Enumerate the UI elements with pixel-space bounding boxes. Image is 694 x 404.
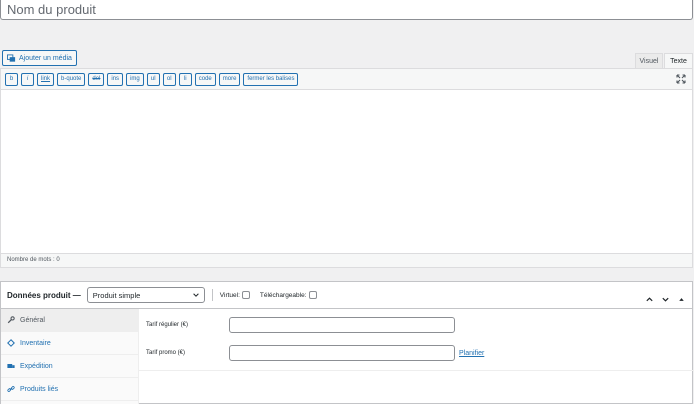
virtual-checkbox[interactable] [241, 291, 250, 299]
fullscreen-icon[interactable] [676, 74, 686, 84]
separator [211, 289, 213, 301]
regular-price-row: Tarif régulier (€) [146, 317, 455, 333]
add-media-label: Ajouter un média [19, 54, 72, 62]
qt-more-button[interactable]: more [218, 72, 241, 86]
move-down-icon[interactable] [661, 291, 670, 302]
regular-price-label: Tarif régulier (€) [146, 322, 189, 328]
move-up-icon[interactable] [645, 291, 654, 302]
product-type-select[interactable]: Produit simple [86, 287, 205, 303]
tab-linked-products[interactable]: Produits liés [1, 378, 138, 401]
fields-divider [139, 370, 694, 371]
qt-img-button[interactable]: img [126, 72, 144, 86]
tab-inventory[interactable]: Inventaire [1, 332, 138, 355]
qt-link-button[interactable]: link [37, 72, 55, 86]
product-data-header: Données produit — Produit simple Virtuel… [1, 282, 692, 309]
link-icon [7, 386, 15, 392]
media-icon [7, 53, 16, 62]
chevron-down-icon [193, 293, 199, 297]
tab-linked-products-label: Produits liés [20, 385, 59, 393]
sale-price-input[interactable] [229, 345, 455, 361]
product-type-value: Produit simple [92, 290, 141, 300]
word-count: Nombre de mots : 0 [1, 253, 692, 267]
truck-icon [7, 364, 15, 368]
downloadable-checkbox[interactable] [308, 291, 317, 299]
schedule-link[interactable]: Planifier [459, 350, 484, 357]
product-data-panel: Données produit — Produit simple Virtuel… [0, 281, 694, 404]
qt-bold-button[interactable]: b [5, 72, 18, 86]
tag-icon [7, 339, 15, 347]
sale-price-row: Tarif promo (€) Planifier [146, 345, 484, 361]
qt-close-tags-button[interactable]: fermer les balises [243, 72, 299, 86]
content-editor: b i link b-quote del ins img ul ol li co… [0, 68, 693, 268]
qt-code-button[interactable]: code [194, 72, 216, 86]
add-media-button[interactable]: Ajouter un média [2, 50, 77, 66]
qt-ins-button[interactable]: ins [107, 72, 124, 86]
qt-del-button[interactable]: del [88, 72, 105, 86]
product-data-title: Données produit — [7, 290, 81, 300]
wrench-icon [7, 316, 15, 324]
quicktags-toolbar: b i link b-quote del ins img ul ol li co… [1, 69, 692, 90]
tab-text[interactable]: Texte [664, 53, 693, 68]
downloadable-label: Téléchargeable: [259, 291, 307, 299]
regular-price-input[interactable] [229, 317, 455, 333]
collapse-toggle-icon[interactable] [677, 291, 686, 301]
tab-inventory-label: Inventaire [20, 339, 51, 347]
tab-shipping-label: Expédition [20, 362, 53, 370]
qt-italic-button[interactable]: i [21, 72, 34, 86]
qt-li-button[interactable]: li [178, 72, 192, 86]
product-data-tabs: Général Inventaire Expédition Produits l… [1, 309, 139, 404]
sale-price-label: Tarif promo (€) [146, 350, 186, 356]
qt-blockquote-button[interactable]: b-quote [57, 72, 86, 86]
editor-textarea[interactable] [1, 90, 692, 253]
qt-ul-button[interactable]: ul [146, 72, 160, 86]
tab-visual[interactable]: Visuel [635, 53, 663, 68]
tab-general-label: Général [20, 316, 45, 324]
qt-ol-button[interactable]: ol [162, 72, 176, 86]
virtual-label: Virtuel: [219, 291, 240, 299]
product-title-input[interactable] [0, 0, 693, 20]
tab-shipping[interactable]: Expédition [1, 355, 138, 378]
tab-general[interactable]: Général [1, 309, 138, 332]
